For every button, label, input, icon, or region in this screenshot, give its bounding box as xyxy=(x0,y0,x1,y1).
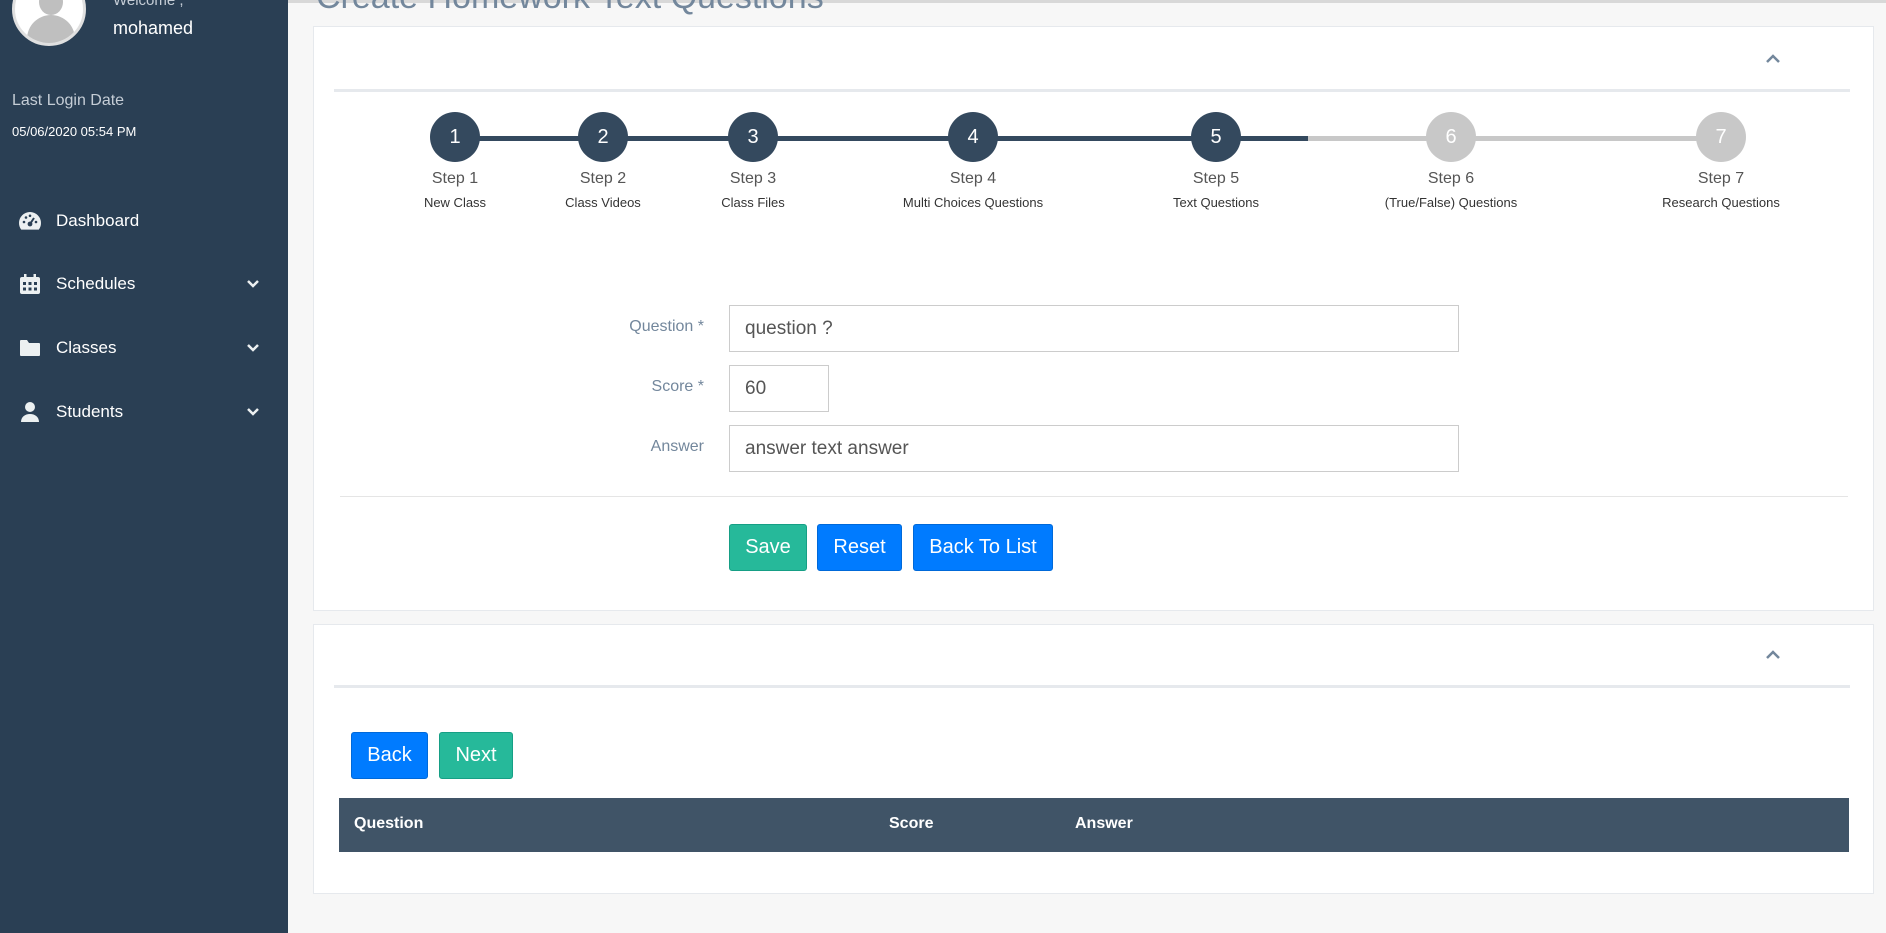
collapse-panel-button[interactable] xyxy=(1756,46,1790,76)
step-title: Step 6 xyxy=(1427,170,1475,187)
question-label: Question * xyxy=(629,318,704,335)
sidebar-item-classes[interactable]: Classes xyxy=(0,326,288,370)
step-subtitle: Multi Choices Questions xyxy=(902,195,1044,210)
step-subtitle: Research Questions xyxy=(1662,195,1780,210)
sidebar: Welcome , mohamed Last Login Date 05/06/… xyxy=(0,0,288,933)
last-login-date: 05/06/2020 05:54 PM xyxy=(12,124,137,139)
wizard-step-7[interactable]: 7 xyxy=(1696,112,1746,162)
folder-icon xyxy=(18,337,42,359)
sidebar-item-students[interactable]: Students xyxy=(0,390,288,434)
score-label: Score * xyxy=(651,378,704,395)
chevron-up-icon xyxy=(1764,52,1782,71)
sidebar-item-label: Students xyxy=(56,402,124,421)
step-title: Step 4 xyxy=(949,170,997,187)
user-icon xyxy=(18,401,42,423)
column-header-question[interactable]: Question xyxy=(354,815,423,833)
last-login-label: Last Login Date xyxy=(12,92,125,109)
calendar-icon xyxy=(18,273,42,295)
dashboard-icon xyxy=(18,210,42,232)
answer-input[interactable] xyxy=(729,425,1459,472)
step-title: Step 7 xyxy=(1697,170,1745,187)
wizard-step-6[interactable]: 6 xyxy=(1426,112,1476,162)
chevron-up-icon xyxy=(1764,648,1782,667)
page-title: Create Homework Text Questions xyxy=(316,0,824,17)
sidebar-item-label: Schedules xyxy=(56,274,136,293)
next-button[interactable]: Next xyxy=(439,732,513,779)
column-header-score[interactable]: Score xyxy=(889,815,933,833)
panel-divider xyxy=(334,89,1850,92)
sidebar-item-label: Dashboard xyxy=(56,211,140,230)
username: mohamed xyxy=(113,18,194,38)
step-title: Step 5 xyxy=(1192,170,1240,187)
step-title: Step 3 xyxy=(729,170,777,187)
back-to-list-button[interactable]: Back To List xyxy=(913,524,1053,571)
back-button[interactable]: Back xyxy=(351,732,428,779)
step-subtitle: Text Questions xyxy=(1173,195,1259,210)
question-input[interactable] xyxy=(729,305,1459,352)
answer-label: Answer xyxy=(650,438,704,455)
step-subtitle: (True/False) Questions xyxy=(1384,195,1518,210)
sidebar-item-schedules[interactable]: Schedules xyxy=(0,262,288,306)
wizard-progress-remaining xyxy=(1308,136,1721,141)
score-input[interactable] xyxy=(729,365,829,412)
wizard-step-4[interactable]: 4 xyxy=(948,112,998,162)
questions-panel xyxy=(313,624,1874,894)
chevron-down-icon xyxy=(244,275,262,293)
step-subtitle: Class Files xyxy=(721,195,785,210)
wizard-step-5[interactable]: 5 xyxy=(1191,112,1241,162)
chevron-down-icon xyxy=(244,339,262,357)
welcome-text: Welcome , xyxy=(113,0,184,9)
column-header-answer[interactable]: Answer xyxy=(1075,815,1133,833)
panel-divider xyxy=(334,685,1850,688)
collapse-panel-button[interactable] xyxy=(1756,642,1790,672)
form-divider xyxy=(340,496,1848,497)
wizard-step-1[interactable]: 1 xyxy=(430,112,480,162)
sidebar-item-dashboard[interactable]: Dashboard xyxy=(0,199,288,243)
questions-table-header: Question Score Answer xyxy=(339,798,1849,852)
chevron-down-icon xyxy=(244,403,262,421)
sidebar-item-label: Classes xyxy=(56,338,117,357)
wizard-step-3[interactable]: 3 xyxy=(728,112,778,162)
reset-button[interactable]: Reset xyxy=(817,524,902,571)
avatar xyxy=(12,0,86,46)
wizard-step-2[interactable]: 2 xyxy=(578,112,628,162)
save-button[interactable]: Save xyxy=(729,524,807,571)
